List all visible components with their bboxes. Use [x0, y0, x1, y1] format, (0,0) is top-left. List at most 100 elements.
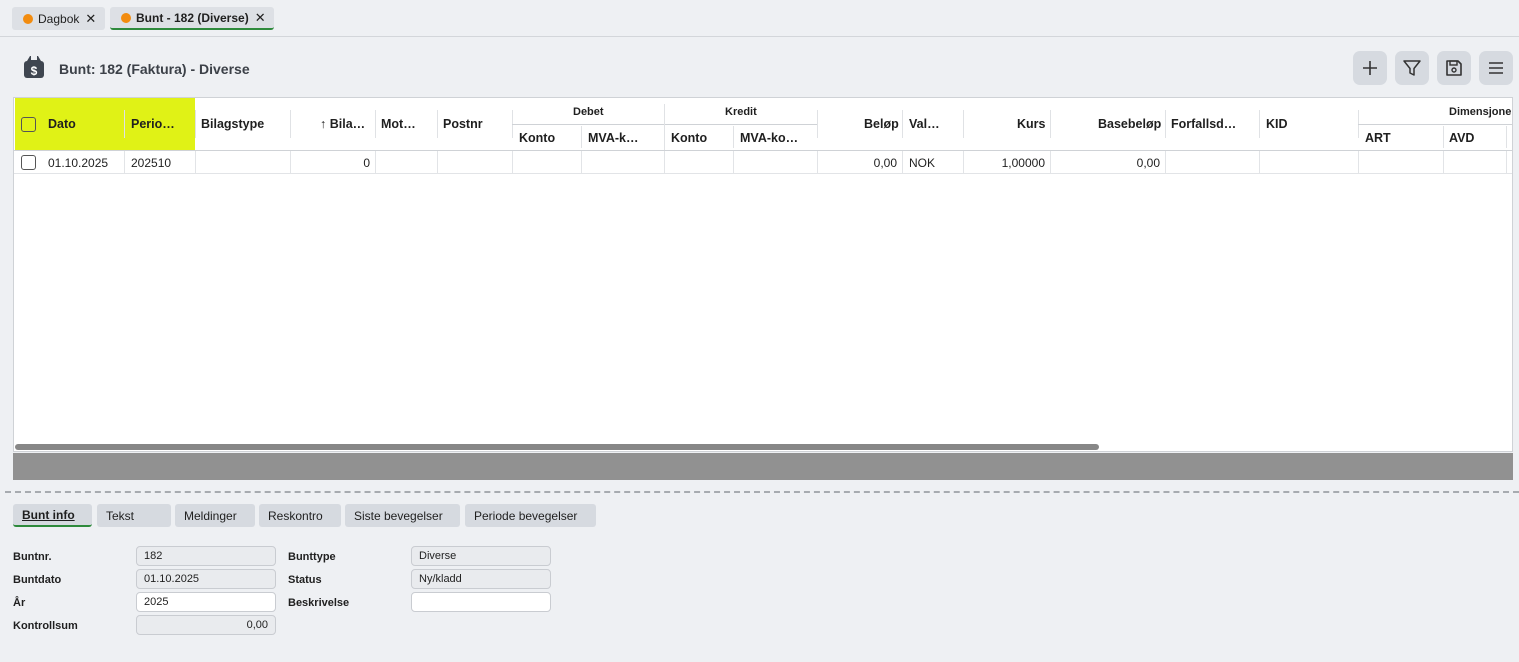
column-divider[interactable]	[963, 110, 964, 138]
ar-field[interactable]: 2025	[136, 592, 276, 612]
column-divider[interactable]	[375, 110, 376, 138]
column-divider[interactable]	[437, 110, 438, 138]
col-kurs[interactable]: Kurs	[1017, 117, 1045, 131]
col-bilag[interactable]: ↑ Bila…	[320, 117, 365, 131]
col-periode[interactable]: Perio…	[131, 117, 175, 131]
tab-periode-bevegelser[interactable]: Periode bevegelser	[465, 504, 596, 527]
tab-bunt-info[interactable]: Bunt info	[13, 504, 92, 527]
status-field: Ny/kladd	[411, 569, 551, 589]
tab-label: Periode bevegelser	[474, 508, 578, 523]
tab-label: Bunt info	[22, 507, 75, 522]
tab-siste-bevegelser[interactable]: Siste bevegelser	[345, 504, 460, 527]
splitter-handle[interactable]	[5, 491, 1519, 493]
tab-label: Bunt - 182 (Diverse)	[136, 10, 249, 25]
cell-valuta[interactable]: NOK	[909, 156, 935, 170]
panel-header: $ Bunt: 182 (Faktura) - Diverse	[5, 44, 1519, 94]
column-divider[interactable]	[664, 104, 665, 150]
cell-divider	[581, 151, 582, 174]
cell-periode[interactable]: 202510	[131, 156, 171, 170]
buntnr-label: Buntnr.	[13, 551, 52, 563]
cell-divider	[902, 151, 903, 174]
filter-button[interactable]	[1395, 51, 1429, 85]
kontrollsum-field: 0,00	[136, 615, 276, 635]
col-art[interactable]: ART	[1365, 131, 1391, 145]
bunttype-field: Diverse	[411, 546, 551, 566]
col-forfallsdato[interactable]: Forfallsd…	[1171, 117, 1236, 131]
cell-dato[interactable]: 01.10.2025	[48, 156, 108, 170]
buntdato-field: 01.10.2025	[136, 569, 276, 589]
close-icon[interactable]: ✕	[255, 10, 266, 26]
column-divider[interactable]	[902, 110, 903, 138]
col-bilagstype[interactable]: Bilagstype	[201, 117, 264, 131]
row-checkbox[interactable]	[21, 155, 36, 170]
column-divider[interactable]	[581, 126, 582, 148]
group-dimensjoner: Dimensjone	[1449, 106, 1512, 118]
col-kredit-konto[interactable]: Konto	[671, 131, 707, 145]
cell-bilag[interactable]: 0	[290, 156, 370, 170]
col-debet-mva[interactable]: MVA-k…	[588, 131, 638, 145]
col-belop[interactable]: Beløp	[864, 117, 899, 131]
tab-label: Reskontro	[268, 508, 323, 523]
cell-divider	[124, 151, 125, 174]
add-button[interactable]	[1353, 51, 1387, 85]
tab-bunt-182[interactable]: Bunt - 182 (Diverse) ✕	[110, 7, 274, 30]
main-panel: $ Bunt: 182 (Faktura) - Diverse Dato Per…	[5, 44, 1519, 486]
column-divider[interactable]	[1050, 110, 1051, 138]
buntnr-field: 182	[136, 546, 276, 566]
ar-label: År	[13, 597, 26, 609]
cell-divider	[512, 151, 513, 174]
cell-divider	[195, 151, 196, 174]
column-divider[interactable]	[124, 110, 125, 138]
group-kredit: Kredit	[725, 106, 757, 118]
cell-divider	[375, 151, 376, 174]
column-divider[interactable]	[1506, 126, 1507, 148]
col-kredit-mva[interactable]: MVA-ko…	[740, 131, 798, 145]
col-avd[interactable]: AVD	[1449, 131, 1474, 145]
beskrivelse-label: Beskrivelse	[288, 597, 350, 609]
cell-divider	[1358, 151, 1359, 174]
close-icon[interactable]: ✕	[85, 11, 96, 27]
horizontal-scrollbar[interactable]	[15, 444, 1099, 450]
column-divider[interactable]	[290, 110, 291, 138]
col-postnr[interactable]: Postnr	[443, 117, 483, 131]
table-row[interactable]: 01.10.2025 202510 0 0,00 NOK 1,00000 0,0…	[14, 151, 1512, 174]
column-divider[interactable]	[733, 126, 734, 148]
cell-divider	[1443, 151, 1444, 174]
col-valuta[interactable]: Val…	[909, 117, 940, 131]
column-divider[interactable]	[1259, 110, 1260, 138]
tab-reskontro[interactable]: Reskontro	[259, 504, 341, 527]
tab-label: Meldinger	[184, 508, 237, 523]
tab-meldinger[interactable]: Meldinger	[175, 504, 255, 527]
menu-button[interactable]	[1479, 51, 1513, 85]
grid-header: Dato Perio… Bilagstype ↑ Bila… Mot… Post…	[14, 98, 1512, 151]
column-divider[interactable]	[1165, 110, 1166, 138]
menu-icon	[1489, 62, 1503, 74]
tab-tekst[interactable]: Tekst	[97, 504, 171, 527]
select-all-checkbox[interactable]	[21, 117, 36, 132]
grid-footer-bar	[13, 453, 1513, 480]
col-kid[interactable]: KID	[1266, 117, 1288, 131]
cell-basebelop[interactable]: 0,00	[1050, 156, 1160, 170]
status-dot-icon	[121, 12, 131, 23]
cell-belop[interactable]: 0,00	[817, 156, 897, 170]
tab-label: Siste bevegelser	[354, 508, 443, 523]
plus-icon	[1363, 61, 1377, 75]
cell-divider	[733, 151, 734, 174]
tab-dagbok[interactable]: Dagbok ✕	[12, 7, 105, 30]
save-button[interactable]	[1437, 51, 1471, 85]
kontrollsum-label: Kontrollsum	[13, 620, 78, 632]
col-debet-konto[interactable]: Konto	[519, 131, 555, 145]
column-divider[interactable]	[1443, 126, 1444, 148]
group-debet: Debet	[573, 106, 604, 118]
column-divider[interactable]	[817, 110, 818, 138]
col-dato[interactable]: Dato	[48, 117, 76, 131]
col-mot[interactable]: Mot…	[381, 117, 416, 131]
money-box-icon: $	[24, 55, 44, 78]
column-divider[interactable]	[195, 110, 196, 138]
col-basebelop[interactable]: Basebeløp	[1098, 117, 1161, 131]
cell-kurs[interactable]: 1,00000	[963, 156, 1045, 170]
cell-divider	[437, 151, 438, 174]
voucher-grid: Dato Perio… Bilagstype ↑ Bila… Mot… Post…	[13, 97, 1513, 452]
detail-tab-bar: Bunt info Tekst Meldinger Reskontro Sist…	[0, 497, 1519, 535]
beskrivelse-field[interactable]	[411, 592, 551, 612]
